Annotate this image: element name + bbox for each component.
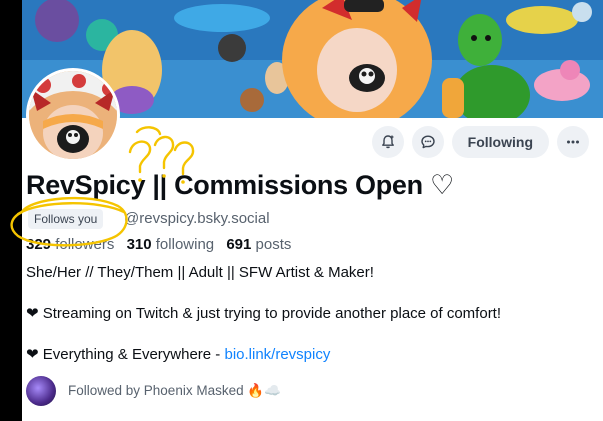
chat-bubble-icon: [420, 135, 435, 149]
ellipsis-icon: [567, 140, 579, 144]
display-name: RevSpicy || Commissions Open ♡: [26, 170, 454, 200]
following-label: following: [155, 236, 215, 253]
notify-button[interactable]: [371, 126, 404, 158]
follows-you-badge: Follows you: [28, 209, 104, 229]
bio-line-2: ❤ Streaming on Twitch & just trying to p…: [26, 305, 502, 322]
message-button[interactable]: [411, 126, 444, 158]
more-options-button[interactable]: [557, 126, 589, 158]
profile-stats: 329 followers 310 following 691 posts: [26, 236, 291, 253]
left-edge-bar: [0, 0, 22, 421]
following-count: 310: [126, 236, 152, 253]
profile-actions: Following: [371, 126, 589, 158]
avatar-artwork: [29, 71, 117, 159]
following-stat[interactable]: 310 following: [127, 236, 215, 253]
posts-stat: 691 posts: [226, 236, 291, 253]
profile-avatar[interactable]: [26, 68, 120, 162]
bio-line-1: She/Her // They/Them || Adult || SFW Art…: [26, 264, 374, 281]
followed-by-text: Followed by Phoenix Masked 🔥☁️: [68, 383, 281, 398]
profile-handle[interactable]: @revspicy.bsky.social: [124, 210, 270, 227]
followers-count: 329: [26, 236, 52, 253]
bio-link[interactable]: bio.link/revspicy: [224, 346, 330, 363]
following-button[interactable]: Following: [451, 126, 549, 158]
followers-label: followers: [55, 236, 115, 253]
bio-line-3: ❤ Everything & Everywhere - bio.link/rev…: [26, 345, 330, 363]
followers-stat[interactable]: 329 followers: [26, 236, 114, 253]
followed-by-row[interactable]: Followed by Phoenix Masked 🔥☁️: [26, 376, 281, 406]
bell-plus-icon: [381, 135, 394, 149]
posts-count: 691: [226, 236, 252, 253]
bio-line-3-text: ❤ Everything & Everywhere -: [26, 346, 225, 363]
posts-label: posts: [255, 236, 292, 253]
follower-avatar: [26, 376, 56, 406]
